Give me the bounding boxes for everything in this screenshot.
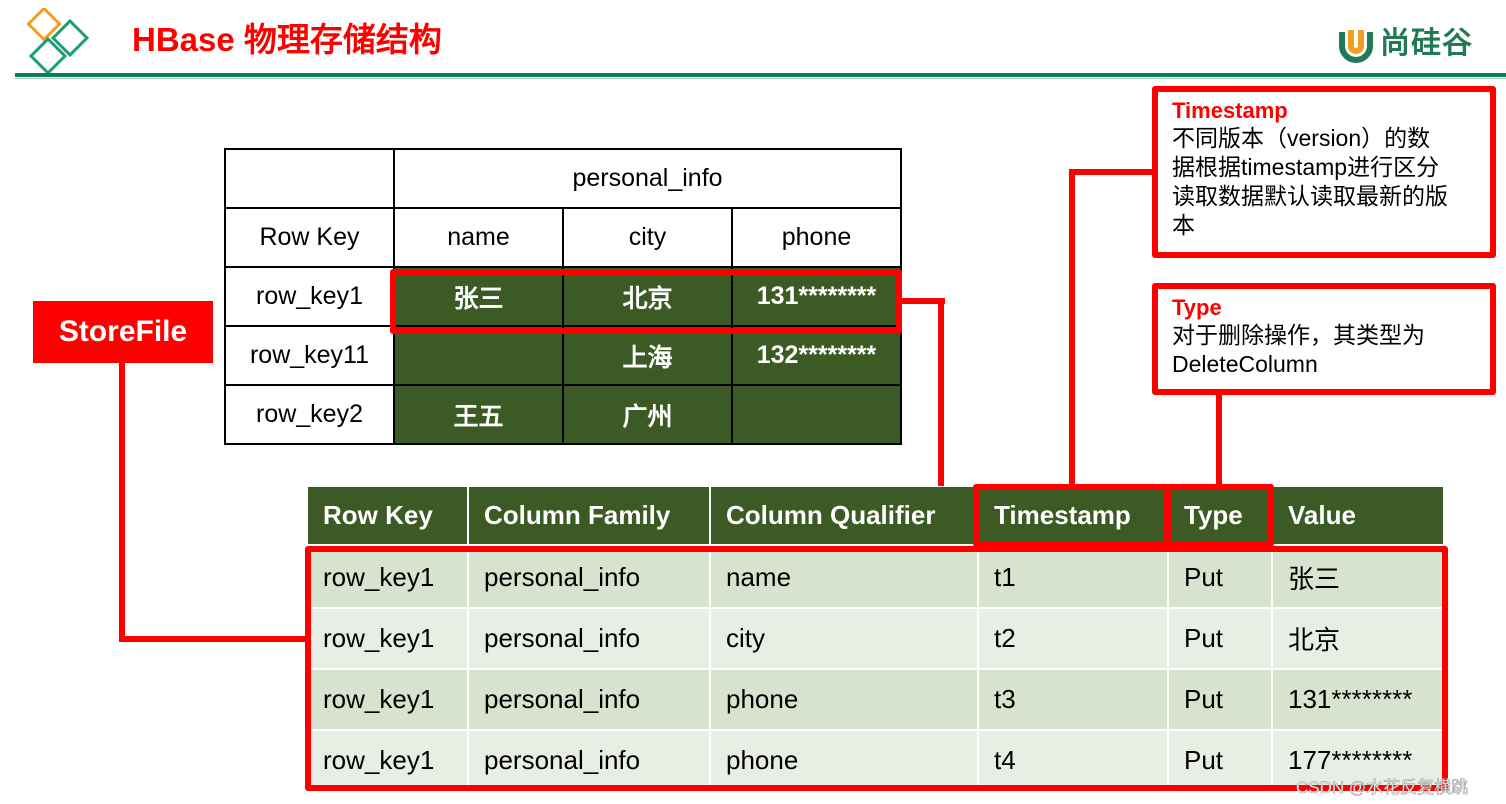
row-key-cell: row_key1 [224,266,395,327]
row-connector-vertical [938,298,944,486]
table-row: row_key2 王五 广州 [224,384,902,445]
column-family-cell: personal_info [468,608,711,670]
header-rule-light [15,78,1506,79]
timestamp-connector-vertical [1069,169,1075,487]
timestamp-cell: t1 [978,546,1169,609]
brand-logo: 尚硅谷 [1336,22,1473,66]
timestamp-callout-line: 不同版本（version）的数 [1172,125,1431,151]
type-callout-line: 对于删除操作，其类型为 [1172,322,1425,348]
column-family-cell: personal_info [468,546,711,609]
storefile-connector-vertical [119,363,125,641]
column-family-row: personal_info [224,148,902,209]
column-family-header: personal_info [393,148,902,209]
header-rule [15,73,1506,77]
header-row-key: Row Key [308,487,469,548]
table-row: row_key1 personal_info name t1 Put 张三 [308,546,1443,609]
column-qualifier-cell: name [710,546,979,609]
table-row: row_key1 personal_info phone t4 Put 177*… [308,730,1443,792]
timestamp-cell: t2 [978,608,1169,670]
row-key-cell: row_key1 [308,730,469,792]
table-row: row_key11 上海 132******** [224,325,902,386]
column-family-cell: personal_info [468,669,711,731]
value-cell: 张三 [1272,546,1443,609]
type-cell: Put [1168,669,1273,731]
name-cell: 王五 [393,384,564,445]
row-key-cell: row_key1 [308,669,469,731]
header-phone: phone [731,207,902,268]
phone-cell: 131******** [731,266,902,327]
city-cell: 广州 [562,384,733,445]
phone-cell [731,384,902,445]
column-qualifier-cell: phone [710,730,979,792]
header-row-key: Row Key [224,207,395,268]
header-type: Type [1168,487,1273,548]
header-value: Value [1272,487,1443,548]
timestamp-connector-horizontal [1069,169,1155,175]
table-row: row_key1 personal_info phone t3 Put 131*… [308,669,1443,731]
timestamp-callout-line: 读取数据默认读取最新的版 [1172,183,1448,209]
table-row: row_key1 personal_info city t2 Put 北京 [308,608,1443,670]
storefile-label: StoreFile [33,301,213,363]
value-cell: 131******** [1272,669,1443,731]
name-cell: 张三 [393,266,564,327]
timestamp-callout-line: 本 [1172,212,1195,238]
page-title: HBase 物理存储结构 [132,21,442,58]
header-timestamp: Timestamp [978,487,1169,548]
logo-diamonds-icon [26,8,90,76]
type-cell: Put [1168,546,1273,609]
city-cell: 上海 [562,325,733,386]
column-qualifier-cell: phone [710,669,979,731]
type-callout-line: DeleteColumn [1172,351,1318,377]
city-cell: 北京 [562,266,733,327]
timestamp-cell: t4 [978,730,1169,792]
column-qualifier-cell: city [710,608,979,670]
type-connector-vertical [1216,393,1222,487]
brand-u-icon [1339,30,1373,63]
physical-storage-table: Row Key Column Family Column Qualifier T… [308,487,1443,792]
header-column-family: Column Family [468,487,711,548]
column-family-cell: personal_info [468,730,711,792]
logical-view-table: personal_info Row Key name city phone ro… [224,148,902,445]
value-cell: 北京 [1272,608,1443,670]
type-callout: Type 对于删除操作，其类型为 DeleteColumn [1152,283,1496,395]
timestamp-cell: t3 [978,669,1169,731]
timestamp-callout: Timestamp 不同版本（version）的数 据根据timestamp进行… [1152,86,1496,258]
name-cell [393,325,564,386]
qualifier-header-row: Row Key name city phone [224,207,902,268]
row-key-cell: row_key11 [224,325,395,386]
brand-name: 尚硅谷 [1380,26,1473,61]
row-key-cell: row_key2 [224,384,395,445]
timestamp-callout-line: 据根据timestamp进行区分 [1172,154,1440,180]
phone-cell: 132******** [731,325,902,386]
row-key-cell: row_key1 [308,546,469,609]
storefile-connector-horizontal [119,636,309,642]
empty-corner-cell [224,148,395,209]
header-city: city [562,207,733,268]
watermark: CSDN @水花反复横跳 [1296,778,1469,798]
header-column-qualifier: Column Qualifier [710,487,979,548]
timestamp-callout-title: Timestamp [1172,98,1288,123]
type-callout-title: Type [1172,295,1222,320]
table-row: row_key1 张三 北京 131******** [224,266,902,327]
type-cell: Put [1168,730,1273,792]
type-cell: Put [1168,608,1273,670]
physical-header-row: Row Key Column Family Column Qualifier T… [308,487,1443,548]
header-name: name [393,207,564,268]
row-key-cell: row_key1 [308,608,469,670]
